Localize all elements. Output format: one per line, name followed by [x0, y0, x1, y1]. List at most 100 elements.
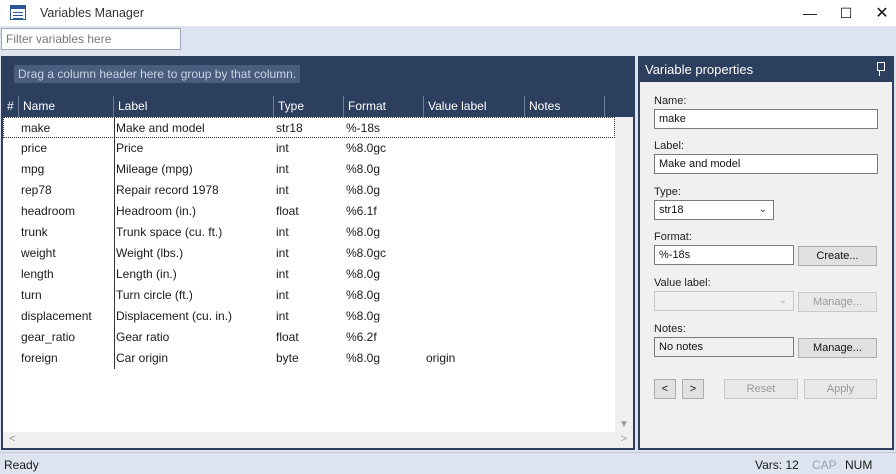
header-index[interactable]: # [3, 96, 19, 117]
scroll-right-icon[interactable]: > [621, 433, 627, 445]
table-row[interactable]: price Price int %8.0gc [3, 138, 615, 159]
cell-label: Displacement (cu. in.) [116, 309, 233, 323]
vertical-scrollbar[interactable]: ▼ [615, 117, 633, 432]
properties-header: Variable properties [640, 58, 892, 82]
cell-label: Headroom (in.) [116, 204, 197, 218]
cell-name: foreign [21, 351, 58, 365]
grid-rows: make Make and model str18 %-18s price Price in… [3, 117, 615, 432]
type-label: Type: [654, 186, 681, 198]
cell-label: Mileage (mpg) [116, 162, 193, 176]
table-row[interactable]: gear_ratio Gear ratio float %6.2f [3, 327, 615, 348]
cell-format: %-18s [346, 121, 381, 135]
filter-variables-input[interactable] [1, 28, 181, 50]
table-icon [10, 5, 26, 20]
table-row[interactable]: foreign Car origin byte %8.0g origin [3, 348, 615, 369]
cell-name: mpg [21, 162, 45, 176]
cell-type: int [276, 267, 289, 281]
chevron-down-icon: ⌄ [758, 204, 767, 215]
value-label-select[interactable]: ⌄ [654, 291, 794, 311]
cell-name: gear_ratio [21, 330, 76, 344]
value-label-label: Value label: [654, 277, 711, 289]
table-row[interactable]: length Length (in.) int %8.0g [3, 264, 615, 285]
status-bar: Ready Vars: 12 CAP NUM [0, 452, 896, 474]
close-button[interactable]: ✕ [864, 0, 896, 26]
table-row[interactable]: mpg Mileage (mpg) int %8.0g [3, 159, 615, 180]
header-format[interactable]: Format [344, 96, 424, 117]
cell-format: %8.0g [346, 162, 381, 176]
cell-name: trunk [21, 225, 48, 239]
header-notes[interactable]: Notes [525, 96, 605, 117]
header-name[interactable]: Name [19, 96, 114, 117]
maximize-button[interactable]: ☐ [828, 0, 864, 26]
cell-format: %8.0g [346, 351, 381, 365]
cell-name: price [21, 141, 48, 155]
cell-name: make [21, 121, 51, 135]
cell-label: Make and model [116, 121, 205, 135]
format-label: Format: [654, 231, 692, 243]
cell-format: %8.0gc [346, 246, 387, 260]
status-num-lock: NUM [845, 458, 873, 472]
properties-title: Variable properties [645, 62, 754, 77]
reset-button[interactable]: Reset [724, 379, 798, 399]
cell-type: float [276, 330, 299, 344]
table-row[interactable]: turn Turn circle (ft.) int %8.0g [3, 285, 615, 306]
next-variable-button[interactable]: > [682, 379, 704, 399]
cell-format: %8.0g [346, 288, 381, 302]
cell-label: Repair record 1978 [116, 183, 219, 197]
status-ready: Ready [4, 458, 39, 472]
cell-label: Weight (lbs.) [116, 246, 184, 260]
manage-notes-button[interactable]: Manage... [798, 338, 877, 358]
table-row[interactable]: headroom Headroom (in.) float %6.1f [3, 201, 615, 222]
table-row[interactable]: make Make and model str18 %-18s [3, 117, 615, 138]
filter-bar [0, 26, 896, 54]
cell-name: turn [21, 288, 42, 302]
cell-format: %8.0g [346, 267, 381, 281]
variable-properties-panel: Variable properties Name: make Label: Ma… [638, 56, 894, 450]
title-bar: Variables Manager — ☐ ✕ [0, 0, 896, 26]
label-label: Label: [654, 140, 684, 152]
scroll-down-icon[interactable]: ▼ [619, 419, 629, 430]
header-type[interactable]: Type [274, 96, 344, 117]
type-select[interactable]: str18 ⌄ [654, 200, 774, 220]
type-value: str18 [659, 204, 684, 216]
cell-label: Gear ratio [116, 330, 170, 344]
window-title: Variables Manager [40, 6, 144, 20]
table-row[interactable]: rep78 Repair record 1978 int %8.0g [3, 180, 615, 201]
cell-type: int [276, 246, 289, 260]
table-row[interactable]: weight Weight (lbs.) int %8.0gc [3, 243, 615, 264]
column-divider [114, 117, 115, 369]
name-label: Name: [654, 95, 687, 107]
pin-icon[interactable] [876, 62, 885, 76]
group-hint: Drag a column header here to group by th… [14, 65, 301, 83]
format-field[interactable]: %-18s [654, 245, 794, 265]
cell-label: Price [116, 141, 144, 155]
cell-format: %6.2f [346, 330, 377, 344]
cell-type: str18 [276, 121, 303, 135]
table-row[interactable]: trunk Trunk space (cu. ft.) int %8.0g [3, 222, 615, 243]
group-by-area[interactable]: Drag a column header here to group by th… [3, 58, 633, 96]
scroll-left-icon[interactable]: < [9, 433, 15, 445]
cell-type: int [276, 288, 289, 302]
previous-variable-button[interactable]: < [654, 379, 676, 399]
cell-type: int [276, 141, 289, 155]
create-format-button[interactable]: Create... [798, 246, 877, 266]
header-value-label[interactable]: Value label [424, 96, 525, 117]
cell-name: length [21, 267, 54, 281]
cell-format: %8.0gc [346, 141, 387, 155]
header-label[interactable]: Label [114, 96, 274, 117]
cell-label: Trunk space (cu. ft.) [116, 225, 223, 239]
minimize-button[interactable]: — [792, 0, 828, 26]
variables-grid: Drag a column header here to group by th… [1, 56, 635, 450]
status-vars-count: Vars: 12 [755, 458, 799, 472]
cell-type: float [276, 204, 299, 218]
horizontal-scrollbar[interactable]: < > [3, 432, 633, 448]
cell-name: headroom [21, 204, 76, 218]
cell-format: %8.0g [346, 225, 381, 239]
table-row[interactable]: displacement Displacement (cu. in.) int %8.… [3, 306, 615, 327]
label-field[interactable]: Make and model [654, 154, 878, 174]
manage-value-label-button[interactable]: Manage... [798, 292, 877, 312]
cell-type: byte [276, 351, 299, 365]
apply-button[interactable]: Apply [804, 379, 877, 399]
name-field[interactable]: make [654, 109, 878, 129]
cell-format: %8.0g [346, 309, 381, 323]
